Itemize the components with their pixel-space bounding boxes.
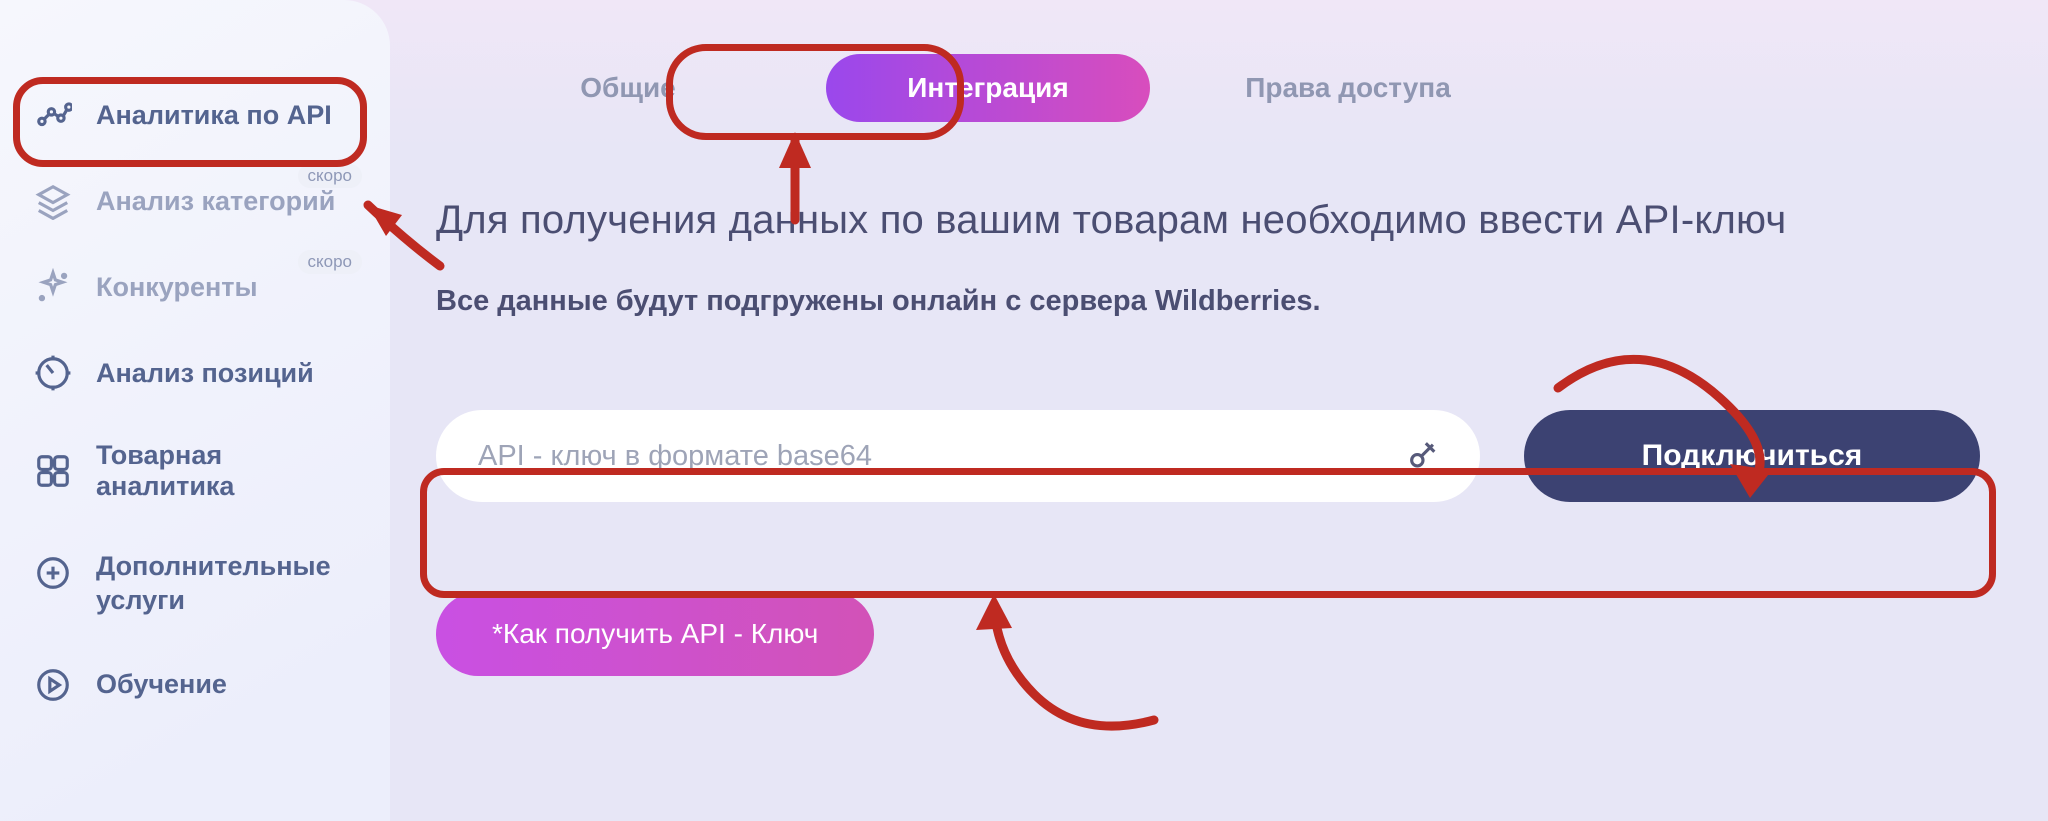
tab-general[interactable]: Общие <box>466 54 790 122</box>
sidebar-item-product-analytics[interactable]: Товарная аналитика <box>0 416 390 526</box>
sidebar-item-label: Анализ категорий <box>96 186 335 217</box>
grid-icon <box>34 452 72 490</box>
sidebar-item-category-analysis[interactable]: Анализ категорий скоро <box>0 158 390 244</box>
key-icon <box>1406 439 1440 473</box>
sidebar-item-label: Обучение <box>96 669 227 700</box>
tab-label: Общие <box>580 72 675 103</box>
connect-button-label: Подключиться <box>1642 439 1863 473</box>
sidebar-item-extra-services[interactable]: Дополнительные услуги <box>0 526 390 642</box>
sidebar-item-label: Товарная аналитика <box>96 440 360 502</box>
help-button-label: *Как получить API - Ключ <box>492 618 818 650</box>
sidebar-item-competitors[interactable]: Конкуренты скоро <box>0 244 390 330</box>
sparkle-icon <box>34 268 72 306</box>
soon-badge: скоро <box>298 250 363 274</box>
sidebar-item-education[interactable]: Обучение <box>0 642 390 728</box>
api-key-input-wrap <box>436 410 1480 502</box>
sidebar-item-label: Анализ позиций <box>96 358 314 389</box>
page-subtitle: Все данные будут подгружены онлайн с сер… <box>436 285 1988 318</box>
tabs: Общие Интеграция Права доступа <box>466 54 1988 122</box>
sidebar-item-label: Аналитика по API <box>96 100 332 131</box>
page-title: Для получения данных по вашим товарам не… <box>436 198 1988 243</box>
sidebar-item-analytics-api[interactable]: Аналитика по API <box>0 72 390 158</box>
api-key-input[interactable] <box>476 439 1406 474</box>
sidebar-item-label: Дополнительные услуги <box>96 550 336 618</box>
tab-integration[interactable]: Интеграция <box>826 54 1150 122</box>
layers-icon <box>34 182 72 220</box>
sidebar-item-label: Конкуренты <box>96 272 258 303</box>
tab-access-rights[interactable]: Права доступа <box>1186 54 1510 122</box>
plus-circle-icon <box>34 554 72 592</box>
connect-button[interactable]: Подключиться <box>1524 410 1980 502</box>
tab-label: Права доступа <box>1245 72 1451 103</box>
sidebar: Аналитика по API Анализ категорий скоро … <box>0 0 390 821</box>
target-icon <box>34 354 72 392</box>
play-circle-icon <box>34 666 72 704</box>
api-row: Подключиться <box>436 410 1988 502</box>
help-api-key-button[interactable]: *Как получить API - Ключ <box>436 592 874 676</box>
tab-label: Интеграция <box>907 72 1068 103</box>
chart-line-icon <box>34 96 72 134</box>
soon-badge: скоро <box>298 164 363 188</box>
main-panel: Общие Интеграция Права доступа Для получ… <box>390 0 2048 821</box>
sidebar-item-position-analysis[interactable]: Анализ позиций <box>0 330 390 416</box>
